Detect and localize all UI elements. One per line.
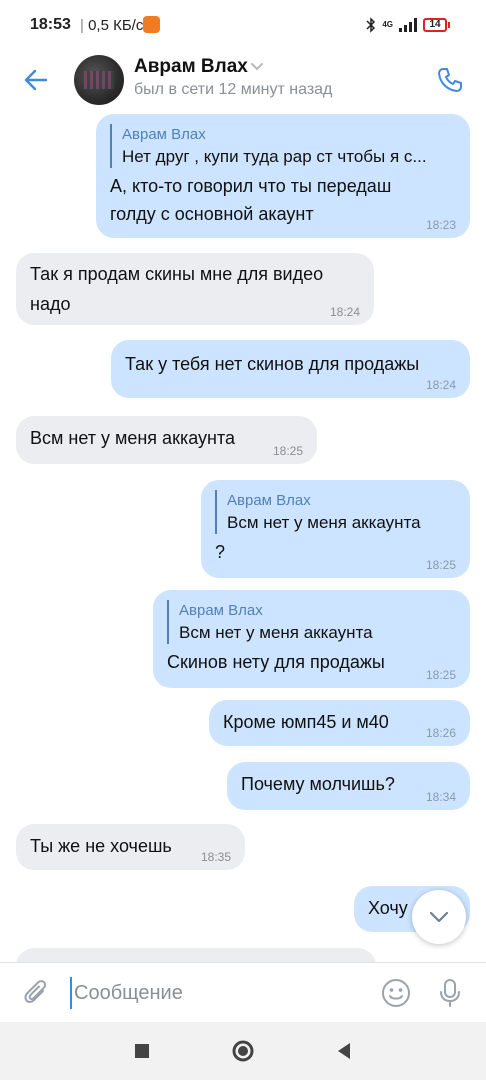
reply-quote[interactable]: Аврам Влах Нет друг , купи туда рар ст ч…: [110, 124, 456, 168]
message-text: Так я продам скины мне для видео надо: [30, 264, 324, 314]
reply-text: Всм нет у меня аккаунта: [227, 513, 421, 532]
message-bubble[interactable]: Ты же не хочешь 18:35: [16, 824, 245, 870]
microphone-button[interactable]: [428, 971, 472, 1015]
chevron-down-icon: [429, 911, 449, 923]
status-net-speed: | 0,5 КБ/с: [80, 17, 143, 34]
reply-author: Аврам Влах: [122, 126, 206, 143]
chat-header: Аврам Влах был в сети 12 минут назад: [0, 50, 486, 110]
reply-text: Всм нет у меня аккаунта: [179, 623, 373, 642]
signal-icon: [399, 18, 417, 32]
back-button[interactable]: [14, 58, 58, 102]
status-time: 18:53: [30, 16, 71, 33]
square-icon: [135, 1044, 149, 1058]
message-composer: [0, 962, 486, 1022]
recent-apps-button[interactable]: [124, 1034, 160, 1068]
reply-author: Аврам Влах: [179, 602, 263, 619]
message-text: Так у тебя нет скинов для продажы: [125, 354, 420, 374]
message-bubble[interactable]: Так я продам скины мне для видео надо 18…: [16, 253, 374, 325]
avatar[interactable]: [74, 55, 124, 105]
contact-status: был в сети 12 минут назад: [134, 81, 333, 98]
message-time: 18:25: [272, 444, 303, 458]
call-button[interactable]: [428, 58, 472, 102]
system-navigation-bar: [0, 1022, 486, 1080]
message-bubble[interactable]: Аврам Влах Всм нет у меня аккаунта ? 18:…: [201, 480, 470, 578]
app-notification-icon: [143, 16, 160, 33]
net-speed: 0,5 КБ/с: [88, 17, 144, 34]
message-text: Всм нет у меня аккаунта: [30, 428, 236, 448]
chevron-down-icon[interactable]: [250, 62, 264, 72]
emoji-button[interactable]: [374, 971, 418, 1015]
smile-icon: [382, 979, 410, 1007]
message-bubble[interactable]: Аврам Влах Нет друг , купи туда рар ст ч…: [96, 114, 470, 238]
message-bubble[interactable]: Кроме юмп45 и м40 18:26: [209, 700, 470, 746]
status-bar: 18:53 | 0,5 КБ/с 4G 14: [0, 0, 486, 50]
message-bubble-partial[interactable]: [16, 948, 376, 962]
network-type: 4G: [382, 20, 393, 29]
status-separator: |: [80, 17, 89, 34]
attach-button[interactable]: [14, 971, 58, 1015]
scroll-down-button[interactable]: [412, 890, 466, 944]
bluetooth-icon: [366, 17, 376, 33]
battery-level: 14: [423, 18, 447, 32]
message-bubble[interactable]: Так у тебя нет скинов для продажы 18:24: [111, 340, 470, 398]
contact-name[interactable]: Аврам Влах: [134, 56, 248, 78]
battery-icon: 14: [423, 18, 450, 32]
back-nav-button[interactable]: [326, 1034, 362, 1068]
message-time: 18:24: [329, 305, 360, 319]
back-arrow-icon: [24, 69, 48, 91]
message-bubble[interactable]: Всм нет у меня аккаунта 18:25: [16, 416, 317, 464]
message-time: 18:23: [425, 218, 456, 232]
reply-author: Аврам Влах: [227, 492, 311, 509]
reply-text: Нет друг , купи туда рар ст чтобы я с...: [122, 147, 427, 166]
circle-icon: [232, 1040, 254, 1062]
message-time: 18:25: [425, 558, 456, 572]
message-text: ?: [215, 542, 226, 562]
message-bubble[interactable]: Почему молчишь? 18:34: [227, 762, 470, 810]
status-icons: 4G 14: [366, 17, 450, 33]
message-time: 18:25: [425, 668, 456, 682]
reply-quote[interactable]: Аврам Влах Всм нет у меня аккаунта: [215, 490, 456, 534]
screen: 18:53 | 0,5 КБ/с 4G 14 Аврам Влах был в …: [0, 0, 486, 1080]
message-text: Почему молчишь?: [241, 774, 395, 794]
phone-icon: [438, 68, 462, 92]
message-text: Кроме юмп45 и м40: [223, 712, 389, 732]
message-list[interactable]: Аврам Влах Нет друг , купи туда рар ст ч…: [0, 110, 486, 962]
reply-quote[interactable]: Аврам Влах Всм нет у меня аккаунта: [167, 600, 456, 644]
paperclip-icon: [24, 980, 47, 1003]
triangle-back-icon: [338, 1043, 350, 1059]
microphone-icon: [440, 979, 460, 1007]
home-button[interactable]: [225, 1034, 261, 1068]
message-time: 18:24: [425, 378, 456, 392]
message-bubble[interactable]: Аврам Влах Всм нет у меня аккаунта Скино…: [153, 590, 470, 688]
message-time: 18:35: [200, 850, 231, 864]
message-text: А, кто-то говорил что ты передаш голду с…: [110, 176, 392, 224]
message-text: Скинов нету для продажы: [167, 652, 385, 672]
message-time: 18:26: [425, 726, 456, 740]
message-input[interactable]: [70, 977, 360, 1009]
message-time: 18:34: [425, 790, 456, 804]
